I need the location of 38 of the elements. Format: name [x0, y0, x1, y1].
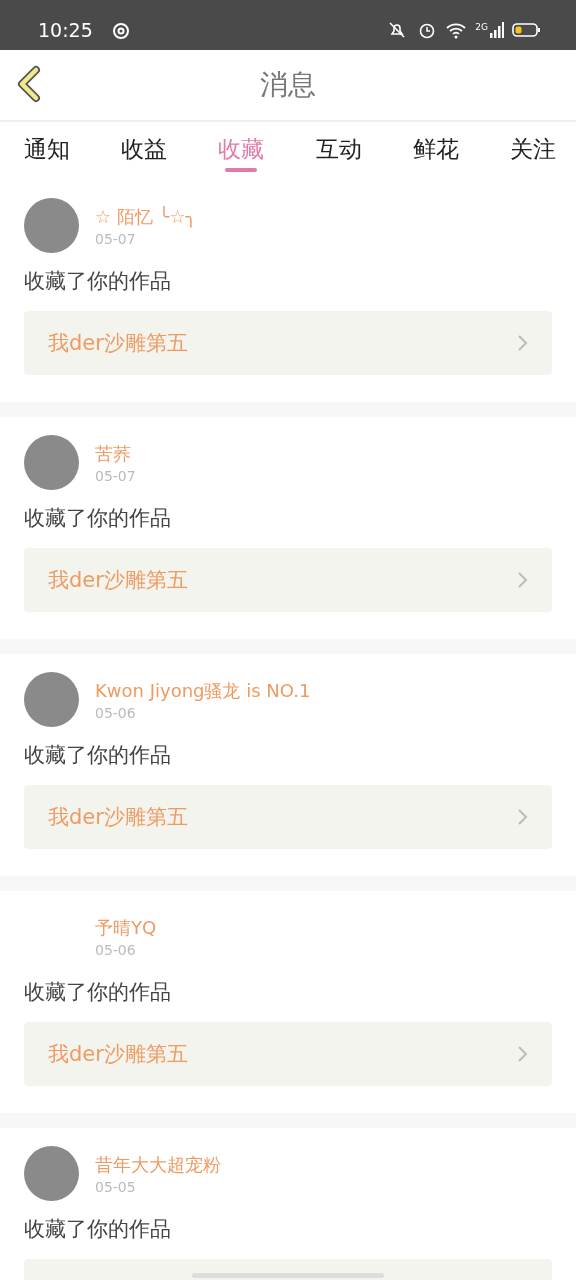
user-name[interactable]: 予晴YQ	[95, 915, 157, 940]
avatar-photo[interactable]	[24, 435, 79, 490]
page-title: 消息	[260, 67, 316, 103]
chevron-right-icon	[516, 1044, 530, 1064]
user-name[interactable]: 昔年大大超宠粉	[95, 1152, 221, 1177]
chevron-right-icon	[516, 570, 530, 590]
status-time: 10:25	[38, 19, 93, 41]
message-text: 收藏了你的作品	[24, 1216, 172, 1243]
work-link[interactable]: 我der沙雕第五	[24, 311, 552, 375]
user-name[interactable]: ☆ 陌忆 ╰☆╮	[95, 204, 197, 229]
avatar-photo[interactable]	[24, 672, 79, 727]
chevron-right-icon	[516, 807, 530, 827]
tab[interactable]: 关注	[499, 122, 566, 180]
network-label: 2G	[475, 22, 488, 32]
avatar-photo[interactable]	[24, 198, 79, 253]
swirl-icon	[110, 20, 131, 40]
message-text: 收藏了你的作品	[24, 979, 172, 1006]
signal-icon	[490, 20, 504, 40]
message-date: 05-06	[95, 941, 137, 958]
tab[interactable]: 鲜花	[402, 122, 469, 180]
tab[interactable]: 通知	[14, 122, 80, 180]
tab[interactable]: 互动	[305, 122, 372, 180]
chevron-right-icon	[516, 333, 530, 353]
user-name[interactable]: 苦荞	[95, 441, 136, 466]
message-date: 05-07	[95, 230, 137, 247]
work-link[interactable]: 我der沙雕第五	[24, 1022, 552, 1086]
message-date: 05-07	[95, 467, 136, 484]
tab[interactable]: 收益	[111, 122, 178, 180]
message-date: 05-06	[95, 704, 137, 721]
message-date: 05-05	[95, 1178, 137, 1195]
message-text: 收藏了你的作品	[24, 268, 172, 295]
user-name[interactable]: Kwon Jiyong骚龙 is NO.1	[95, 678, 311, 703]
battery-icon	[512, 22, 540, 38]
message-text: 收藏了你的作品	[24, 742, 172, 769]
work-link[interactable]: 我der沙雕第五	[24, 785, 552, 849]
message-text: 收藏了你的作品	[24, 505, 172, 532]
avatar-photo[interactable]	[24, 1146, 79, 1201]
work-link[interactable]: 我der沙雕第五	[24, 548, 552, 612]
